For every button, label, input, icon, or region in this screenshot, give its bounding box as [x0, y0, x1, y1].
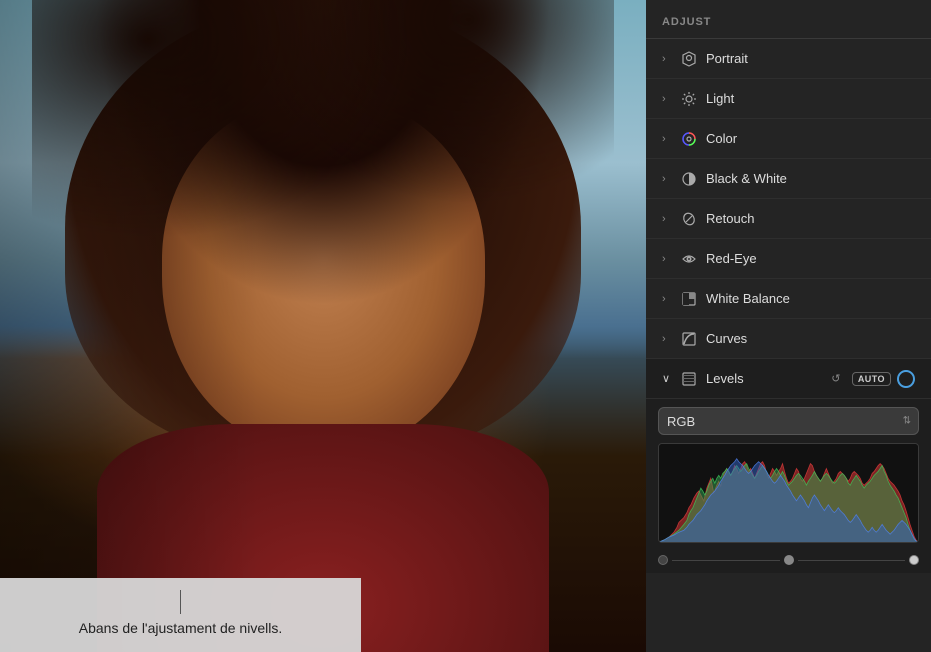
- chevron-down-levels: ∨: [662, 372, 672, 385]
- chevron-whitebalance: ›: [662, 293, 672, 305]
- photo-background: [0, 0, 646, 652]
- chevron-bw: ›: [662, 173, 672, 185]
- curves-icon: [680, 330, 698, 348]
- levels-auto-button[interactable]: AUTO: [852, 372, 891, 386]
- levels-icon: [680, 370, 698, 388]
- adjust-item-levels[interactable]: ∨ Levels ↺ AUTO: [646, 359, 931, 399]
- chevron-retouch: ›: [662, 213, 672, 225]
- redeye-icon: [680, 250, 698, 268]
- shadow-left: [0, 0, 646, 652]
- levels-white-point-slider[interactable]: [909, 555, 919, 565]
- panel-header: ADJUST: [646, 0, 931, 39]
- adjust-item-whitebalance[interactable]: › White Balance: [646, 279, 931, 319]
- levels-black-point-slider[interactable]: [658, 555, 668, 565]
- levels-sliders: [646, 551, 931, 573]
- portrait-label: Portrait: [706, 51, 748, 66]
- adjust-item-curves[interactable]: › Curves: [646, 319, 931, 359]
- redeye-label: Red-Eye: [706, 251, 757, 266]
- levels-slider-track-right: [798, 560, 906, 561]
- bw-label: Black & White: [706, 171, 787, 186]
- panel-title: ADJUST: [662, 16, 711, 28]
- chevron-redeye: ›: [662, 253, 672, 265]
- adjust-item-light[interactable]: › Light: [646, 79, 931, 119]
- caption-text: Abans de l'ajustament de nivells.: [79, 620, 282, 636]
- levels-slider-track-left: [672, 560, 780, 561]
- photo-area: Abans de l'ajustament de nivells.: [0, 0, 646, 652]
- right-panel: ADJUST › Portrait › Light ›: [646, 0, 931, 652]
- adjust-items-list: › Portrait › Light › Color: [646, 39, 931, 652]
- curves-label: Curves: [706, 331, 747, 346]
- chevron-color: ›: [662, 133, 672, 145]
- light-icon: [680, 90, 698, 108]
- caption-area: Abans de l'ajustament de nivells.: [0, 578, 361, 652]
- levels-midpoint-slider[interactable]: [784, 555, 794, 565]
- retouch-icon: [680, 210, 698, 228]
- main-container: Abans de l'ajustament de nivells. ADJUST…: [0, 0, 931, 652]
- color-icon: [680, 130, 698, 148]
- rgb-channel-select[interactable]: RGB Red Green Blue Luminance: [658, 407, 919, 435]
- chevron-curves: ›: [662, 333, 672, 345]
- levels-label: Levels: [706, 371, 744, 386]
- whitebalance-label: White Balance: [706, 291, 790, 306]
- whitebalance-icon: [680, 290, 698, 308]
- adjust-item-retouch[interactable]: › Retouch: [646, 199, 931, 239]
- rgb-selector-wrapper: RGB Red Green Blue Luminance ⇅: [658, 407, 919, 435]
- adjust-item-redeye[interactable]: › Red-Eye: [646, 239, 931, 279]
- levels-controls: ↺ AUTO: [826, 370, 915, 388]
- histogram-chart: [659, 444, 918, 542]
- portrait-icon: [680, 50, 698, 68]
- light-label: Light: [706, 91, 734, 106]
- adjust-item-bw[interactable]: › Black & White: [646, 159, 931, 199]
- levels-toggle-button[interactable]: [897, 370, 915, 388]
- color-label: Color: [706, 131, 737, 146]
- levels-reset-button[interactable]: ↺: [826, 371, 846, 387]
- histogram-container: [658, 443, 919, 543]
- bw-icon: [680, 170, 698, 188]
- levels-section: ∨ Levels ↺ AUTO RGB Red: [646, 359, 931, 573]
- adjust-item-portrait[interactable]: › Portrait: [646, 39, 931, 79]
- adjust-item-color[interactable]: › Color: [646, 119, 931, 159]
- chevron-portrait: ›: [662, 53, 672, 65]
- chevron-light: ›: [662, 93, 672, 105]
- caption-connector-line: [180, 590, 181, 614]
- retouch-label: Retouch: [706, 211, 754, 226]
